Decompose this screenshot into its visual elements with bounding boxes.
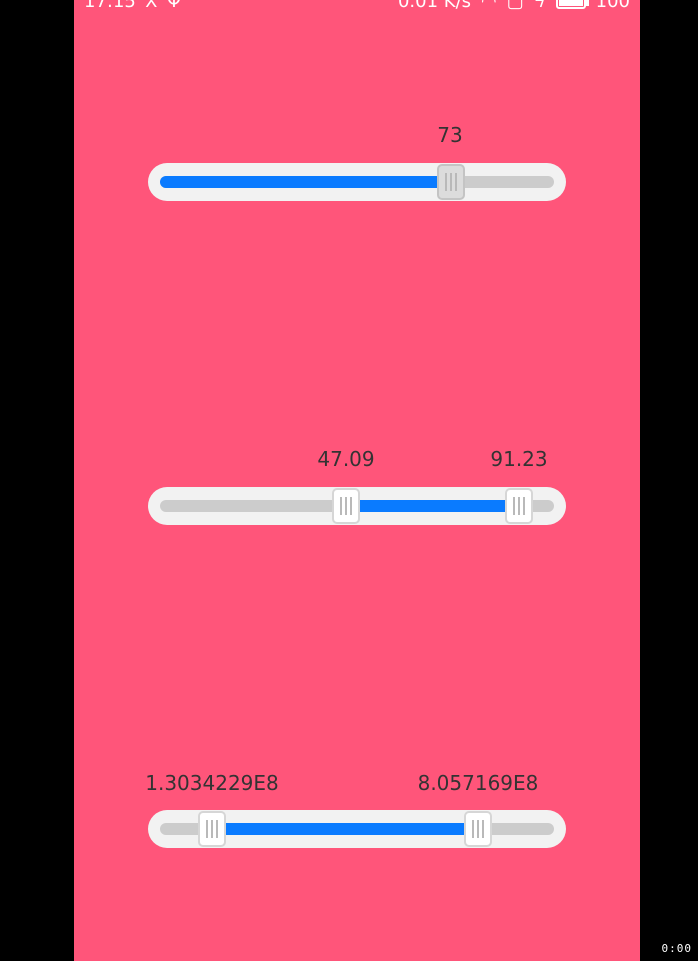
single-slider-value: 73 <box>437 123 463 147</box>
range-slider-high-value: 8.057169E8 <box>417 771 539 795</box>
single-slider[interactable] <box>148 163 566 201</box>
battery-icon <box>555 0 589 9</box>
charging-icon: ϟ <box>533 0 546 12</box>
battery-level: 100 <box>595 0 630 12</box>
slider-fill <box>212 823 478 835</box>
slider-thumb[interactable] <box>437 164 465 200</box>
slider-fill <box>346 500 519 512</box>
range-slider-low-value: 1.3034229E8 <box>145 771 279 795</box>
network-speed: 0.01 K/s <box>397 0 472 12</box>
usb-icon: Ψ <box>166 0 182 12</box>
slider-high-thumb[interactable] <box>464 811 492 847</box>
status-time: 17:15 <box>84 0 136 12</box>
slider-high-thumb[interactable] <box>505 488 533 524</box>
overlay-timer-badge: 0:00 <box>661 942 692 955</box>
status-bar: 17:15 ⅄ Ψ 0.01 K/s ◠ ▢ ϟ 100 <box>74 0 640 14</box>
slider-low-thumb[interactable] <box>332 488 360 524</box>
sim-icon: ▢ <box>506 0 524 12</box>
phone-screen: 17:15 ⅄ Ψ 0.01 K/s ◠ ▢ ϟ 100 73 47.09 91… <box>74 0 640 961</box>
slider-fill <box>160 176 451 188</box>
share-icon: ⅄ <box>145 0 157 12</box>
range-slider-high-value: 91.23 <box>490 447 548 471</box>
wifi-icon: ◠ <box>481 0 497 12</box>
range-slider-low-value: 47.09 <box>317 447 375 471</box>
slider-low-thumb[interactable] <box>198 811 226 847</box>
range-slider-decimal[interactable] <box>148 487 566 525</box>
range-slider-large[interactable] <box>148 810 566 848</box>
